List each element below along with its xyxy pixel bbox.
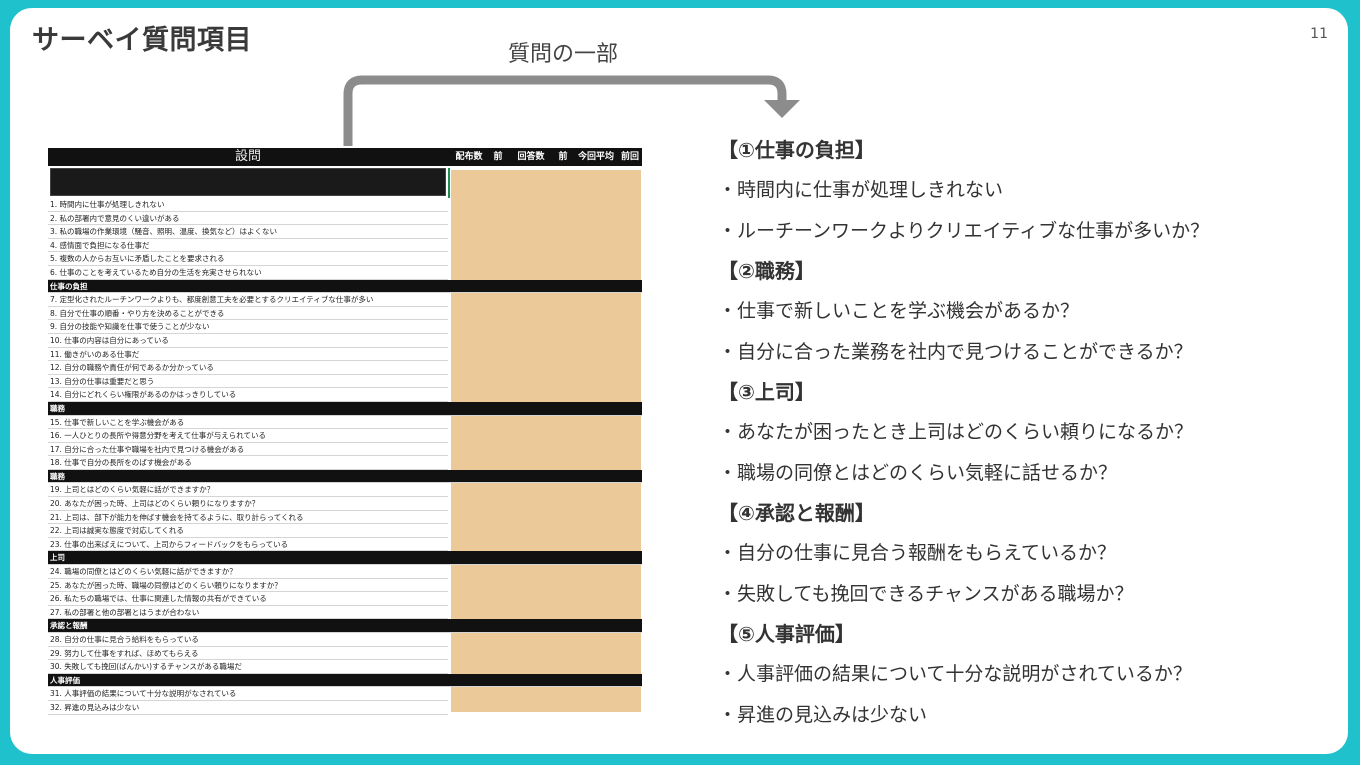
category-heading: 【④承認と報酬】 bbox=[718, 501, 875, 525]
question-row[interactable]: 20. あなたが困った時、上司はどのくらい頼りになりますか？ bbox=[48, 497, 448, 511]
question-row[interactable]: 28. 自分の仕事に見合う給料をもらっている bbox=[48, 633, 448, 647]
question-row[interactable]: 14. 自分にどれくらい権限があるのかはっきりしている bbox=[48, 388, 448, 402]
category-heading: 【⑤人事評価】 bbox=[718, 622, 855, 646]
question-row[interactable]: 1. 時間内に仕事が処理しきれない bbox=[48, 198, 448, 212]
category-item: ・自分に合った業務を社内で見つけることができるか？ bbox=[718, 340, 1193, 363]
category-item: ・仕事で新しいことを学ぶ機会があるか？ bbox=[718, 300, 1080, 322]
sheet-header: 設問 配布数 前 回答数 前 今回平均 前回 bbox=[48, 148, 642, 166]
question-row[interactable]: 25. あなたが困った時、職場の同僚はどのくらい頼りになりますか？ bbox=[48, 579, 448, 593]
question-row[interactable]: 6. 仕事のことを考えているため自分の生活を充実させられない bbox=[48, 266, 448, 280]
question-row[interactable]: 29. 努力して仕事をすれば、ほめてもらえる bbox=[48, 647, 448, 661]
question-row[interactable]: 9. 自分の技能や知識を仕事で使うことが少ない bbox=[48, 320, 448, 334]
question-row[interactable]: 26. 私たちの職場では、仕事に関連した情報の共有ができている bbox=[48, 592, 448, 606]
question-row[interactable]: 27. 私の部署と他の部署とはうまが合わない bbox=[48, 606, 448, 620]
section-row[interactable]: 仕事の負担 bbox=[48, 279, 642, 294]
header-col-responses: 回答数 bbox=[517, 152, 545, 162]
category-item: ・職場の同僚とはどのくらい気軽に話せるか？ bbox=[718, 461, 1118, 484]
category-item: ・人事評価の結果について十分な説明がされているか？ bbox=[718, 663, 1192, 685]
question-row[interactable]: 2. 私の部署内で意見のくい違いがある bbox=[48, 212, 448, 226]
section-row[interactable]: 人事評価 bbox=[48, 673, 642, 688]
page-number: 11 bbox=[1310, 26, 1328, 42]
question-row[interactable]: 32. 昇進の見込みは少ない bbox=[48, 701, 448, 715]
category-list: 【①仕事の負担】・時間内に仕事が処理しきれない・ルーチーンワークよりクリエイティ… bbox=[718, 130, 1318, 735]
category-heading: 【①仕事の負担】 bbox=[718, 138, 875, 162]
header-col-distributed: 配布数 bbox=[455, 152, 483, 162]
question-row[interactable]: 8. 自分で仕事の順番・やり方を決めることができる bbox=[48, 307, 448, 321]
question-row[interactable]: 13. 自分の仕事は重要だと思う bbox=[48, 375, 448, 389]
question-row[interactable]: 10. 仕事の内容は自分にあっている bbox=[48, 334, 448, 348]
selected-cell[interactable] bbox=[50, 168, 446, 196]
question-row[interactable]: 19. 上司とはどのくらい気軽に話ができますか？ bbox=[48, 483, 448, 498]
question-row[interactable]: 21. 上司は、部下が能力を伸ばす機会を持てるように、取り計らってくれる bbox=[48, 511, 448, 525]
question-row[interactable]: 23. 仕事の出来ばえについて、上司からフィードバックをもらっている bbox=[48, 538, 448, 552]
section-row[interactable]: 上司 bbox=[48, 551, 642, 566]
slide-title: サーベイ質問項目 bbox=[32, 25, 252, 56]
question-row[interactable]: 11. 働きがいのある仕事だ bbox=[48, 348, 448, 362]
survey-spreadsheet: 設問 配布数 前 回答数 前 今回平均 前回 1. 時間内に仕事が処理しきれない… bbox=[48, 148, 642, 716]
cell-selection-border bbox=[448, 168, 450, 198]
question-row[interactable]: 3. 私の職場の作業環境（騒音、照明、温度、換気など）はよくない bbox=[48, 225, 448, 239]
question-row[interactable]: 24. 職場の同僚とはどのくらい気軽に話ができますか？ bbox=[48, 565, 448, 579]
slide: サーベイ質問項目 11 質問の一部 設問 配布数 前 回答数 前 今回平均 前回… bbox=[10, 8, 1348, 754]
header-question: 設問 bbox=[234, 149, 261, 164]
question-row[interactable]: 12. 自分の職務や責任が何であるか分かっている bbox=[48, 361, 448, 375]
section-row[interactable]: 承認と報酬 bbox=[48, 619, 642, 633]
question-row[interactable]: 22. 上司は誠実な態度で対応してくれる bbox=[48, 524, 448, 538]
category-item: ・あなたが困ったとき上司はどのくらい頼りになるか？ bbox=[718, 421, 1194, 443]
header-col-current-avg: 今回平均 bbox=[577, 152, 614, 162]
category-heading: 【②職務】 bbox=[718, 259, 815, 283]
question-row[interactable]: 4. 感情面で負担になる仕事だ bbox=[48, 239, 448, 253]
header-col-prev-1: 前 bbox=[493, 152, 503, 162]
question-row[interactable]: 17. 自分に合った仕事や職場を社内で見つける機会がある bbox=[48, 443, 448, 457]
category-item: ・自分の仕事に見合う報酬をもらえているか？ bbox=[718, 542, 1117, 564]
question-row[interactable]: 16. 一人ひとりの長所や得意分野を考えて仕事が与えられている bbox=[48, 429, 448, 443]
category-item: ・ルーチーンワークよりクリエイティブな仕事が多いか？ bbox=[718, 219, 1210, 242]
question-row[interactable]: 31. 人事評価の結果について十分な説明がなされている bbox=[48, 687, 448, 701]
header-col-prev-3: 前回 bbox=[620, 152, 639, 162]
category-item: ・昇進の見込みは少ない bbox=[718, 703, 928, 726]
question-rows: 1. 時間内に仕事が処理しきれない 2. 私の部署内で意見のくい違いがある 3. 私… bbox=[48, 198, 642, 715]
section-row[interactable]: 職務 bbox=[48, 469, 642, 484]
category-item: ・失敗しても挽回できるチャンスがある職場か？ bbox=[718, 582, 1134, 605]
question-row[interactable]: 7. 定型化されたルーチンワークよりも、都度創意工夫を必要とするクリエイティブな… bbox=[48, 293, 448, 307]
section-row[interactable]: 職務 bbox=[48, 401, 642, 416]
callout-label: 質問の一部 bbox=[508, 42, 619, 67]
question-row[interactable]: 30. 失敗しても挽回(ばんかい)するチャンスがある職場だ bbox=[48, 660, 448, 674]
category-heading: 【③上司】 bbox=[718, 380, 815, 404]
question-row[interactable]: 5. 複数の人からお互いに矛盾したことを要求される bbox=[48, 252, 448, 266]
header-col-prev-2: 前 bbox=[558, 152, 568, 162]
category-item: ・時間内に仕事が処理しきれない bbox=[718, 179, 1004, 201]
question-row[interactable]: 18. 仕事で自分の長所をのばす機会がある bbox=[48, 456, 448, 470]
question-row[interactable]: 15. 仕事で新しいことを学ぶ機会がある bbox=[48, 416, 448, 430]
